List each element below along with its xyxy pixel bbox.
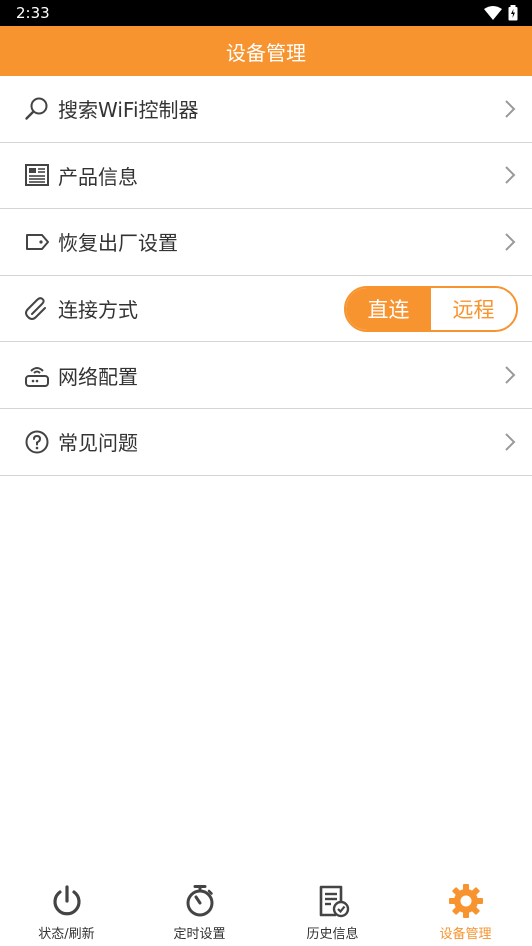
nav-status-refresh[interactable]: 状态/刷新 <box>0 880 133 946</box>
menu-item-label: 恢复出厂设置 <box>58 231 178 256</box>
menu-item-faq[interactable]: 常见问题 <box>0 409 532 476</box>
power-icon <box>49 883 85 919</box>
chevron-right-icon <box>505 166 516 185</box>
nav-history[interactable]: 历史信息 <box>266 880 399 946</box>
status-bar: 2:33 <box>0 0 532 26</box>
status-time: 2:33 <box>16 4 50 22</box>
nav-device-management[interactable]: 设备管理 <box>399 880 532 946</box>
question-icon <box>24 429 50 455</box>
newspaper-icon <box>24 162 50 188</box>
menu-item-label: 产品信息 <box>58 164 138 189</box>
menu-item-label: 搜索WiFi控制器 <box>58 98 199 123</box>
menu-item-search-wifi[interactable]: 搜索WiFi控制器 <box>0 76 532 143</box>
nav-label: 状态/刷新 <box>38 927 95 942</box>
menu-item-label: 常见问题 <box>58 431 138 456</box>
nav-label: 历史信息 <box>306 927 359 942</box>
nav-label: 设备管理 <box>439 927 492 942</box>
status-icons <box>484 5 518 21</box>
search-icon <box>24 96 50 122</box>
settings-menu: 搜索WiFi控制器 产品信息 恢复出厂设置 连接方式 直连 远程 网络配置 常见… <box>0 76 532 476</box>
history-doc-icon <box>315 883 351 919</box>
toggle-remote[interactable]: 远程 <box>431 287 516 330</box>
chevron-right-icon <box>505 100 516 118</box>
battery-icon <box>508 5 518 21</box>
connection-toggle: 直连 远程 <box>344 285 518 332</box>
menu-item-product-info[interactable]: 产品信息 <box>0 143 532 210</box>
tag-icon <box>24 229 50 255</box>
menu-item-connection-mode: 连接方式 直连 远程 <box>0 276 532 343</box>
menu-item-label: 连接方式 <box>58 298 138 323</box>
toggle-direct[interactable]: 直连 <box>346 287 431 330</box>
paperclip-icon <box>24 296 50 322</box>
page-title: 设备管理 <box>226 40 306 65</box>
nav-label: 定时设置 <box>173 927 226 942</box>
wifi-icon <box>484 6 502 20</box>
chevron-right-icon <box>505 233 516 251</box>
nav-timer-settings[interactable]: 定时设置 <box>133 880 266 946</box>
gear-icon <box>448 883 484 919</box>
stopwatch-icon <box>182 883 218 919</box>
router-icon <box>24 362 50 388</box>
bottom-nav: 状态/刷新 定时设置 历史信息 设备管理 <box>0 880 532 946</box>
menu-item-network-config[interactable]: 网络配置 <box>0 342 532 409</box>
chevron-right-icon <box>505 433 516 451</box>
app-bar: 设备管理 <box>0 26 532 76</box>
menu-item-label: 网络配置 <box>58 364 138 389</box>
chevron-right-icon <box>505 366 516 384</box>
menu-item-factory-reset[interactable]: 恢复出厂设置 <box>0 209 532 276</box>
